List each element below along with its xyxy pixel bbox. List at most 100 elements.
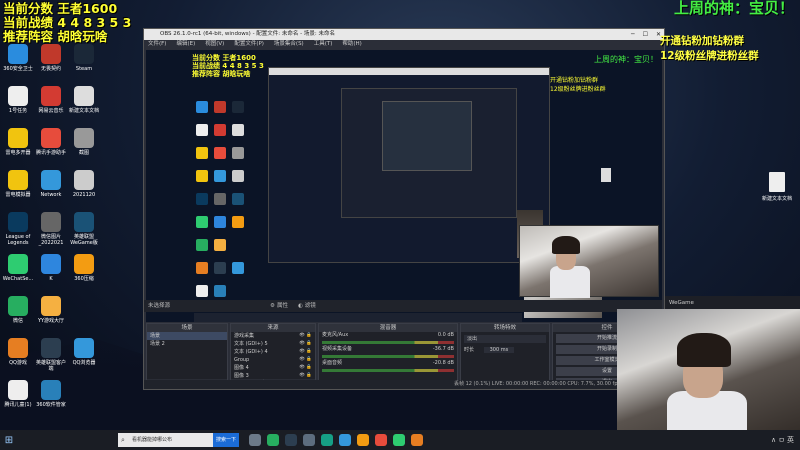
desktop-icon[interactable]: 微信图片_2022021 <box>35 212 67 254</box>
volume-meter[interactable] <box>322 369 454 372</box>
source-label: 文本 (GDI+) 5 <box>234 341 268 347</box>
preview-overlay-fans: 开通钻粉加钻粉群 12级粉丝牌进粉丝群 <box>550 76 606 94</box>
search-text: 看机器能掉哪公布 <box>132 437 173 443</box>
desktop-icon[interactable]: 微信 <box>2 296 34 338</box>
menu-item[interactable]: 帮助(H) <box>342 40 361 49</box>
taskbar-app-icon[interactable] <box>411 434 424 446</box>
filter-icon: ◐ <box>297 303 303 309</box>
preview-app-icon <box>196 215 208 228</box>
preview-overlay-god: 上周的神：宝贝！ <box>594 55 658 64</box>
windows-taskbar: ⊞ ⌕ 看机器能掉哪公布 搜索一下 ∧ ㅁ 英 <box>0 430 800 450</box>
source-item[interactable]: Group 👁 🔒 <box>231 356 315 364</box>
preview-app-icon <box>232 261 244 274</box>
duration-field[interactable]: 时长 300 ms <box>461 346 549 354</box>
menu-item[interactable]: 场景集合(S) <box>274 40 304 49</box>
search-button[interactable]: 搜索一下 <box>213 433 240 447</box>
menu-item[interactable]: 文件(F) <box>148 40 166 49</box>
document-icon <box>769 172 785 192</box>
visibility-lock-icon[interactable]: 👁 🔒 <box>299 340 315 348</box>
desktop-icon[interactable]: QQ浏览器 <box>68 338 100 380</box>
taskbar-app-icon[interactable] <box>303 434 316 446</box>
desktop-icon[interactable]: Steam <box>68 44 100 86</box>
source-label: 图像 4 <box>234 365 249 371</box>
desktop-icon[interactable]: Network <box>35 170 67 212</box>
preview-app-icon <box>196 261 208 274</box>
source-item[interactable]: 游戏采集 👁 🔒 <box>231 332 315 340</box>
menu-item[interactable]: 配置文件(P) <box>234 40 264 49</box>
menu-item[interactable]: 编辑(E) <box>176 40 195 49</box>
windows-start-icon[interactable]: ⊞ <box>0 435 18 446</box>
desktop-icon[interactable]: League of Legends <box>2 212 34 254</box>
obs-title-bar[interactable]: OBS 26.1.0-rc1 (64-bit, windows) - 配置文件:… <box>144 29 664 40</box>
app-icon <box>8 128 28 148</box>
desktop-icon[interactable]: 2021120 <box>68 170 100 212</box>
desktop-icon[interactable]: 截图 <box>68 128 100 170</box>
desktop-icon[interactable]: 腾讯儿童(1) <box>2 380 34 422</box>
properties-button[interactable]: ⚙ 属性 <box>270 300 288 312</box>
desktop-icon-label: Steam <box>75 66 93 72</box>
taskbar-app-icon[interactable] <box>267 434 280 446</box>
taskbar-search-box[interactable]: ⌕ 看机器能掉哪公布 <box>118 433 213 447</box>
preview-fan-line: 开通钻粉加钻粉群 <box>550 77 599 84</box>
desktop-icon-label: 360压缩 <box>74 276 94 282</box>
desktop-icon-label: QQ浏览器 <box>72 360 96 366</box>
source-item[interactable]: 图像 4 👁 🔒 <box>231 364 315 372</box>
desktop-icon[interactable]: 雷电多开器 <box>2 128 34 170</box>
preview-desktop-icons <box>194 96 250 301</box>
maximize-icon[interactable]: ☐ <box>643 29 648 40</box>
transitions-dock-title: 转场特效 <box>461 324 549 332</box>
transition-select[interactable]: 淡出 <box>464 335 546 343</box>
desktop-icon[interactable]: 无畏契约 <box>35 44 67 86</box>
source-item[interactable]: 文本 (GDI+) 4 👁 🔒 <box>231 348 315 356</box>
desktop-icon-label: K <box>49 276 53 282</box>
visibility-lock-icon[interactable]: 👁 🔒 <box>299 332 315 340</box>
volume-meter[interactable] <box>322 341 454 344</box>
desktop-icon-text-doc[interactable]: 新建文本文档 <box>760 172 794 202</box>
app-icon <box>74 338 94 358</box>
desktop-icon-label: 360软件管家 <box>36 402 66 408</box>
desktop-icon[interactable]: 360软件管家 <box>35 380 67 422</box>
desktop-icon[interactable]: 腾讯手游助手 <box>35 128 67 170</box>
minimize-icon[interactable]: ─ <box>631 29 635 40</box>
taskbar-app-icon[interactable] <box>339 434 352 446</box>
desktop-icon[interactable]: 360压缩 <box>68 254 100 296</box>
scene-item[interactable]: 场景 <box>147 332 227 340</box>
desktop-icon[interactable]: 网易云音乐 <box>35 86 67 128</box>
volume-meter[interactable] <box>322 355 454 358</box>
desktop-icon[interactable]: QQ游戏 <box>2 338 34 380</box>
taskbar-app-icon[interactable] <box>357 434 370 446</box>
desktop-icon[interactable]: 1号任务 <box>2 86 34 128</box>
taskbar-app-icon[interactable] <box>285 434 298 446</box>
taskbar-app-icon[interactable] <box>375 434 388 446</box>
taskbar-app-icon[interactable] <box>249 434 262 446</box>
desktop-icon[interactable]: 雷电模拟器 <box>2 170 34 212</box>
menu-item[interactable]: 工具(T) <box>314 40 333 49</box>
visibility-lock-icon[interactable]: 👁 🔒 <box>299 348 315 356</box>
search-icon: ⌕ <box>121 436 125 444</box>
visibility-lock-icon[interactable]: 👁 🔒 <box>299 356 315 364</box>
app-icon <box>41 212 61 232</box>
scene-item[interactable]: 场景 2 <box>147 340 227 348</box>
desktop-icon[interactable]: 新建文本文档 <box>68 86 100 128</box>
taskbar-app-icon[interactable] <box>321 434 334 446</box>
desktop-icon[interactable]: YY游戏大厅 <box>35 296 67 338</box>
desktop-icon[interactable]: 360安全卫士 <box>2 44 34 86</box>
app-icon <box>74 170 94 190</box>
desktop-icon[interactable]: K <box>35 254 67 296</box>
preview-app-icon <box>214 169 226 182</box>
desktop-icon[interactable]: 英雄联盟WeGame版 <box>68 212 100 254</box>
desktop-icon[interactable]: 英雄联盟客户端 <box>35 338 67 380</box>
preview-app-icon <box>214 238 226 251</box>
taskbar-app-icon[interactable] <box>393 434 406 446</box>
app-icon <box>41 338 61 358</box>
webcam-person-hair <box>677 333 731 367</box>
visibility-lock-icon[interactable]: 👁 🔒 <box>299 364 315 372</box>
nested-title-bar <box>269 68 549 75</box>
preview-app-icon <box>214 123 226 136</box>
source-item[interactable]: 文本 (GDI+) 5 👁 🔒 <box>231 340 315 348</box>
filters-button[interactable]: ◐ 滤镜 <box>298 300 316 312</box>
desktop-icon-label: 腾讯儿童(1) <box>4 402 32 408</box>
source-toolbar: 未选择源 ⚙ 属性 ◐ 滤镜 <box>144 300 662 312</box>
desktop-icon[interactable]: WeChatSe... <box>2 254 34 296</box>
menu-item[interactable]: 视图(V) <box>205 40 224 49</box>
